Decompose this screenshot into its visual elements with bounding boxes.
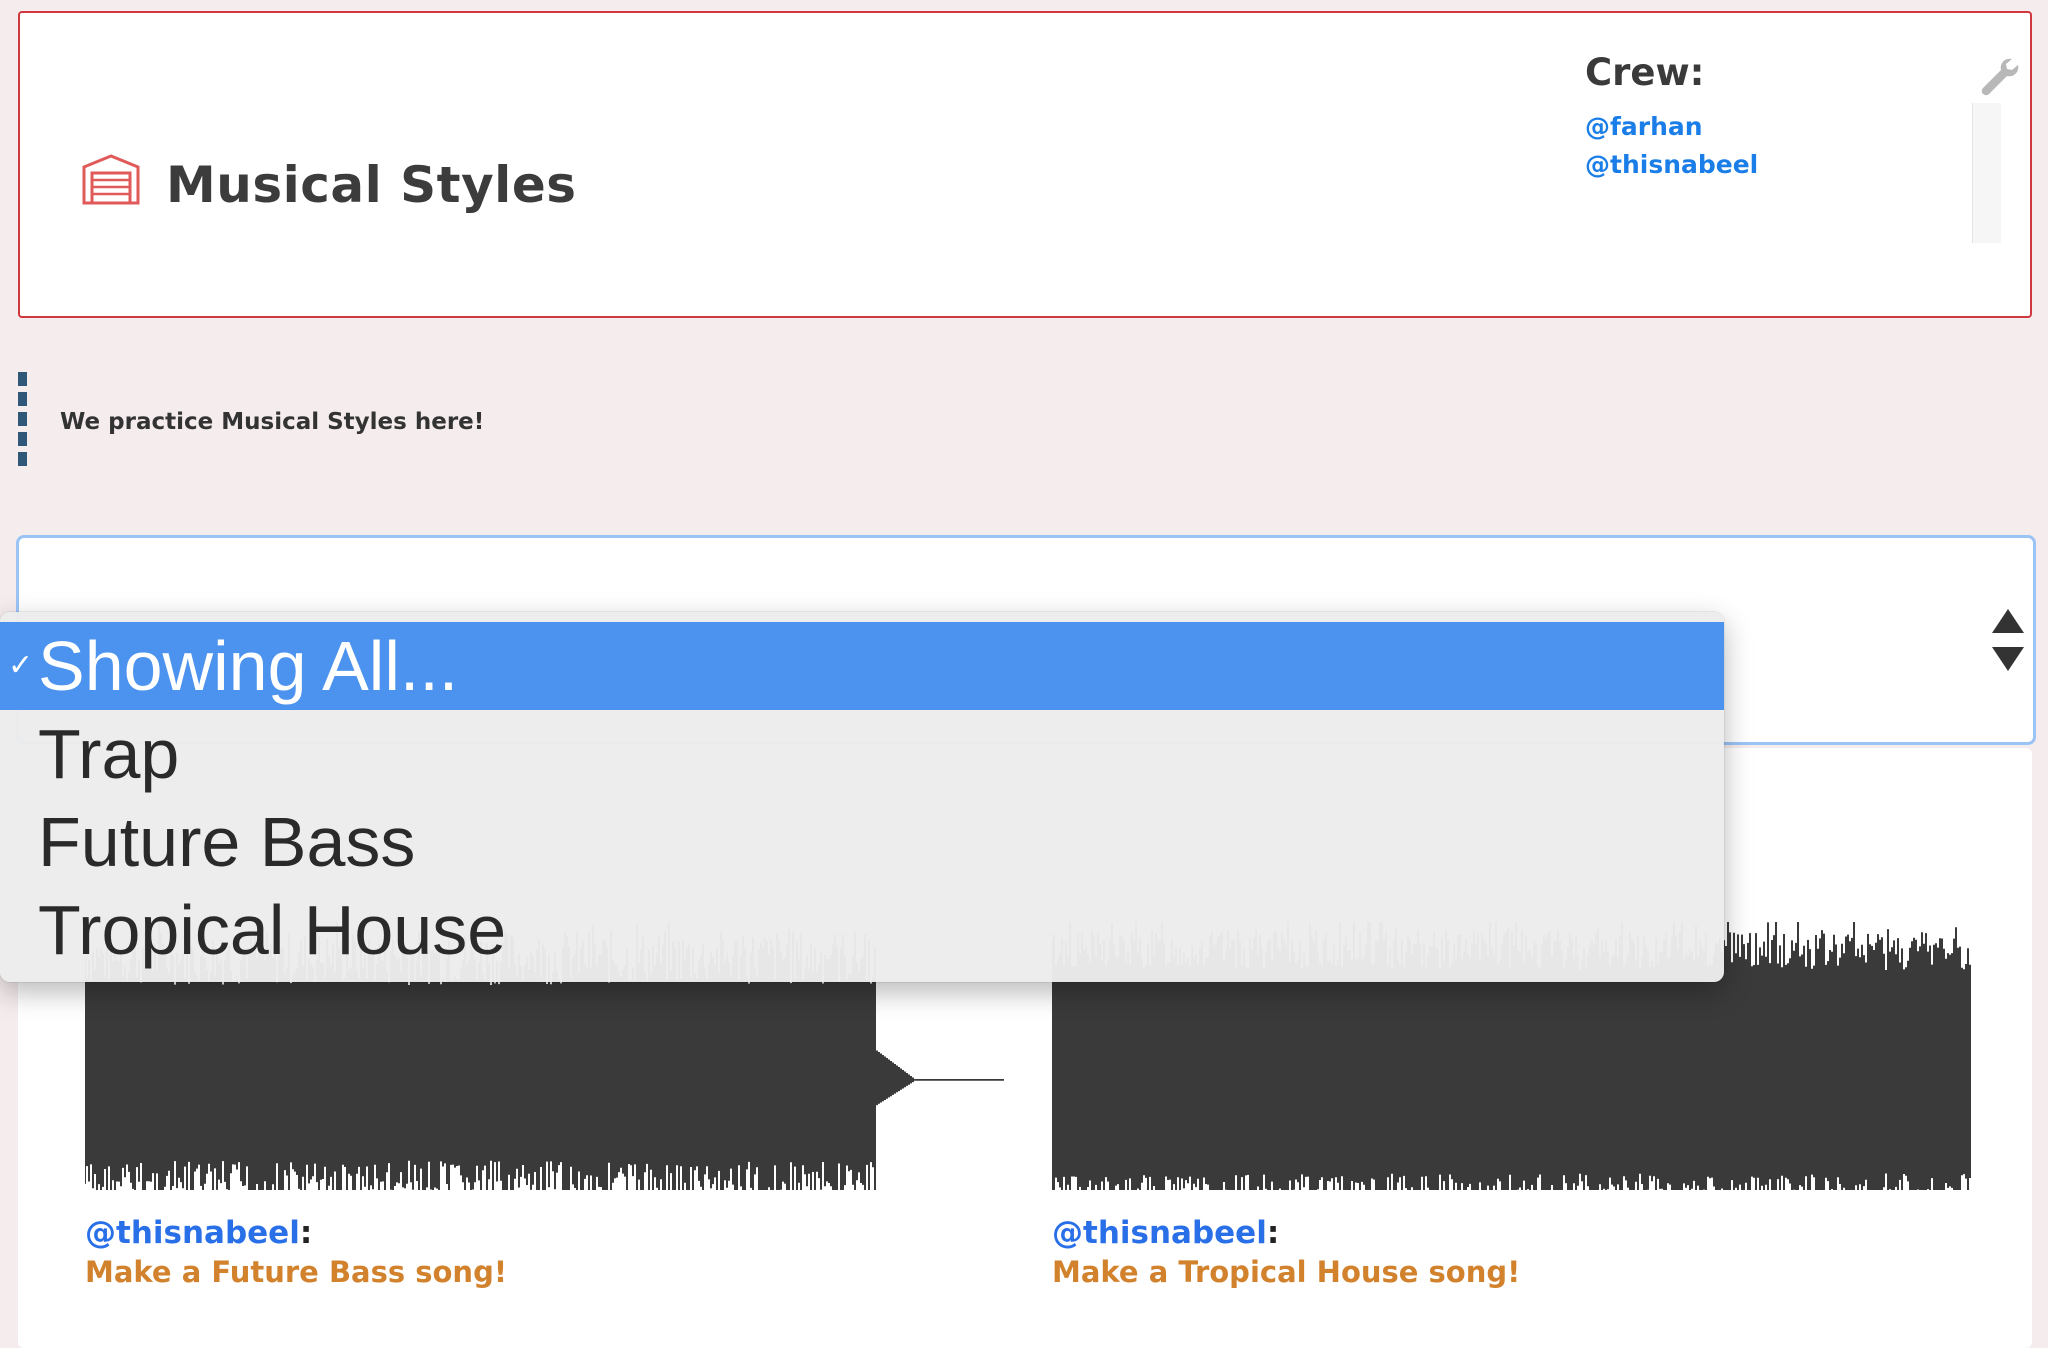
crew-member-link[interactable]: @farhan — [1585, 108, 1758, 146]
track-author-link[interactable]: @thisnabeel — [1052, 1215, 1267, 1251]
check-icon: ✓ — [8, 649, 34, 682]
dropdown-option-showing-all[interactable]: ✓ Showing All... — [0, 622, 1724, 710]
crew-title: Crew: — [1585, 51, 1705, 94]
dropdown-option-tropical-house[interactable]: Tropical House — [0, 886, 1724, 974]
group-header-card: Musical Styles Crew: @farhan @thisnabeel — [18, 11, 2032, 318]
crew-scrollbar[interactable] — [1972, 103, 2001, 243]
drag-handle[interactable] — [18, 372, 27, 500]
dropdown-option-trap[interactable]: Trap — [0, 710, 1724, 798]
select-arrows-icon[interactable] — [1990, 607, 2026, 673]
page-title: Musical Styles — [166, 156, 577, 214]
track-prompt[interactable]: Make a Tropical House song! — [1052, 1252, 1972, 1292]
crew-list: @farhan @thisnabeel — [1585, 108, 1758, 184]
group-description: We practice Musical Styles here! — [60, 409, 485, 435]
dropdown-option-future-bass[interactable]: Future Bass — [0, 798, 1724, 886]
crew-member-link[interactable]: @thisnabeel — [1585, 146, 1758, 184]
garage-icon — [82, 154, 140, 205]
wrench-icon[interactable] — [1978, 55, 2020, 99]
style-filter-dropdown: ✓ Showing All... Trap Future Bass Tropic… — [0, 612, 1724, 982]
track-prompt[interactable]: Make a Future Bass song! — [85, 1252, 1005, 1292]
track-author-link[interactable]: @thisnabeel — [85, 1215, 300, 1251]
